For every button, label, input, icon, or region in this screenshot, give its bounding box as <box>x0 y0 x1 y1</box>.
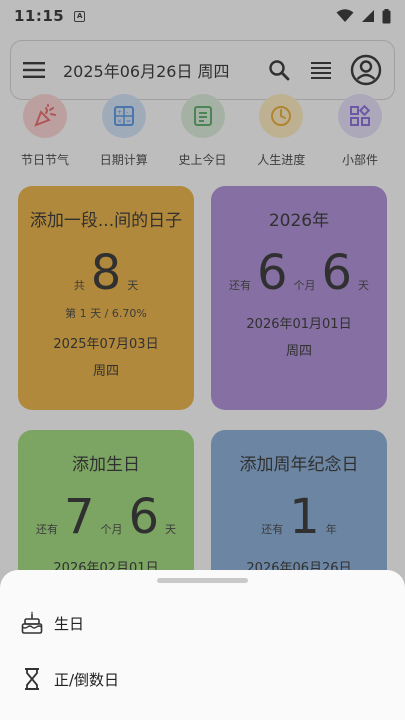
add-type-bottom-sheet: 生日 正/倒数日 <box>0 570 405 720</box>
cake-icon <box>20 611 44 635</box>
sheet-drag-handle[interactable] <box>157 578 248 583</box>
option-birthday[interactable]: 生日 <box>0 595 405 651</box>
option-countdown[interactable]: 正/倒数日 <box>0 651 405 707</box>
option-label: 生日 <box>54 614 85 633</box>
option-label: 正/倒数日 <box>54 670 120 689</box>
hourglass-icon <box>20 667 44 691</box>
